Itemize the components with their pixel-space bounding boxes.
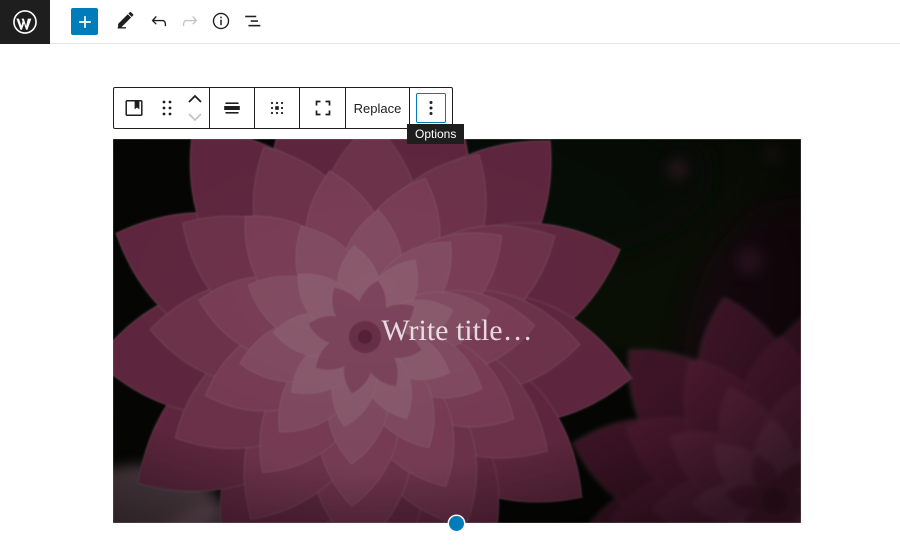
options-button[interactable] [410,88,452,128]
block-toolbar-group-main [114,88,209,128]
expand-corners-icon [311,96,335,120]
drag-handle-icon [158,97,176,119]
wordpress-block-editor: Replace Options [0,0,900,550]
editor-header [0,0,900,44]
wordpress-logo-icon [12,9,38,35]
details-button[interactable] [207,7,235,35]
replace-button[interactable]: Replace [346,88,409,128]
cover-title-input[interactable]: Write title… [113,139,801,523]
block-toolbar-group-replace: Replace [345,88,409,128]
options-tooltip: Options [407,124,464,144]
cover-block[interactable]: Write title… [113,139,801,523]
wordpress-logo[interactable] [0,0,50,44]
plus-icon [75,12,95,32]
block-inserter-button[interactable] [71,8,98,35]
dot-grid-icon [265,96,289,120]
chevron-down-icon [186,111,204,123]
align-full-width-icon [220,96,244,120]
block-toolbar-group-align [209,88,254,128]
pencil-icon [114,10,136,32]
edit-tool-button[interactable] [111,7,139,35]
block-toolbar-group-position [254,88,299,128]
block-toolbar-group-fullheight [299,88,345,128]
undo-arrow-icon [148,10,170,32]
block-toolbar-group-options [409,88,452,128]
align-button[interactable] [210,88,254,128]
block-movers [180,88,209,128]
list-view-button[interactable] [239,7,267,35]
block-toolbar: Replace [113,87,453,129]
cover-resize-handle[interactable] [449,516,464,531]
move-down-button[interactable] [183,108,207,126]
move-up-button[interactable] [183,90,207,108]
full-height-button[interactable] [300,88,345,128]
chevron-up-icon [186,93,204,105]
cover-block-icon [122,96,146,120]
cover-block-type-button[interactable] [114,88,154,128]
redo-button[interactable] [176,7,204,35]
redo-arrow-icon [179,10,201,32]
vertical-ellipsis-icon [419,96,443,120]
options-focus-ring [416,93,446,123]
list-view-icon [242,10,264,32]
content-position-button[interactable] [255,88,299,128]
drag-handle[interactable] [154,88,180,128]
info-circle-icon [210,10,232,32]
undo-button[interactable] [145,7,173,35]
